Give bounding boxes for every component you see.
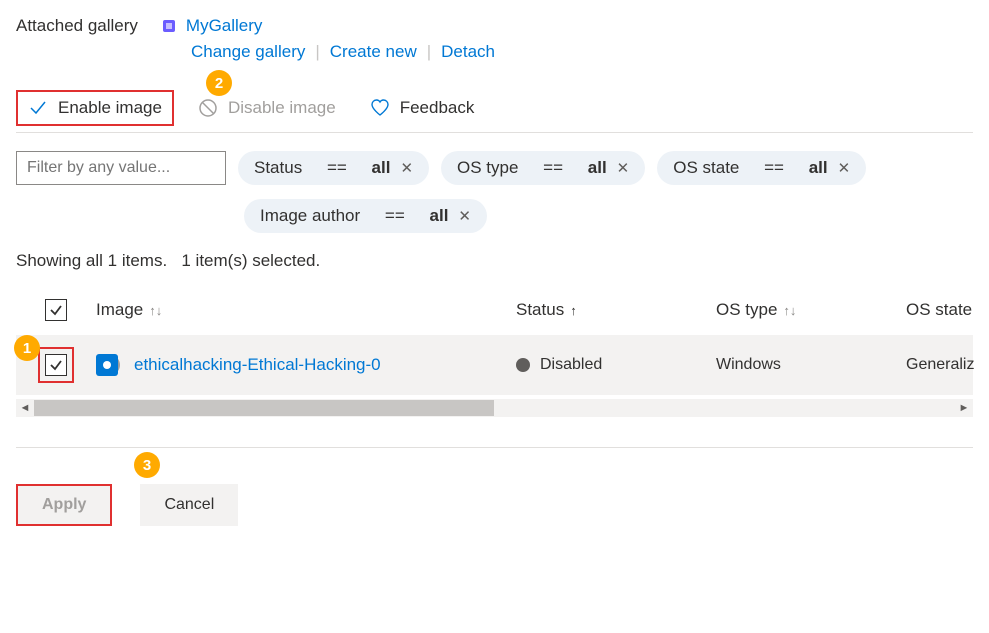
gallery-icon [160,17,178,35]
filter-pill-author[interactable]: Image author == all ✕ [244,199,487,233]
change-gallery-link[interactable]: Change gallery [191,42,305,62]
col-ostype[interactable]: OS type ↑↓ [716,300,906,320]
callout-badge-3: 3 [134,452,160,478]
callout-badge-1: 1 [14,335,40,361]
feedback-label: Feedback [400,98,475,118]
callout-outline-1 [38,347,74,383]
vm-image-icon [96,354,118,376]
close-icon[interactable]: ✕ [617,159,630,177]
footer-actions: Apply Cancel [16,484,973,526]
close-icon[interactable]: ✕ [458,207,471,225]
cancel-button[interactable]: Cancel [140,484,238,526]
filter-pill-status[interactable]: Status == all ✕ [238,151,429,185]
horizontal-scrollbar[interactable]: ◄ ► [16,399,973,417]
gallery-actions: Change gallery | Create new | Detach [191,42,973,62]
separator: | [315,42,319,62]
filter-bar: Status == all ✕ OS type == all ✕ OS stat… [16,151,973,185]
image-cell: ethicalhacking-Ethical-Hacking-0 [96,354,516,376]
table-row[interactable]: ethicalhacking-Ethical-Hacking-0 Disable… [16,335,973,395]
disable-image-button[interactable]: Disable image [188,92,346,124]
row-checkbox[interactable] [45,354,67,376]
close-icon[interactable]: ✕ [838,159,851,177]
scroll-right-icon[interactable]: ► [955,402,973,414]
ban-icon [198,98,218,118]
select-all-checkbox[interactable] [45,299,67,321]
enable-image-label: Enable image [58,98,162,118]
create-new-link[interactable]: Create new [330,42,417,62]
filter-pill-osstate[interactable]: OS state == all ✕ [657,151,866,185]
result-summary: Showing all 1 items. 1 item(s) selected. [16,251,973,271]
status-dot-icon [516,358,530,372]
disable-image-label: Disable image [228,98,336,118]
check-icon [28,98,48,118]
sort-icon: ↑↓ [783,303,796,318]
osstate-cell: Generaliz [906,356,989,374]
images-table: Image ↑↓ Status ↑ OS type ↑↓ OS state 1 [16,291,973,417]
scrollbar-thumb[interactable] [34,400,494,416]
table-header: Image ↑↓ Status ↑ OS type ↑↓ OS state 1 [16,291,973,335]
gallery-name[interactable]: MyGallery [186,16,263,36]
gallery-header: Attached gallery MyGallery [16,16,973,36]
enable-image-button[interactable]: Enable image [16,90,174,126]
gallery-link[interactable]: MyGallery [160,16,263,36]
callout-badge-2: 2 [206,70,232,96]
filter-pill-ostype[interactable]: OS type == all ✕ [441,151,645,185]
filter-input[interactable] [16,151,226,185]
pill-field: Status [254,158,302,178]
feedback-button[interactable]: Feedback [360,92,485,124]
separator: | [427,42,431,62]
apply-button[interactable]: Apply [16,484,112,526]
image-name-link[interactable]: ethicalhacking-Ethical-Hacking-0 [134,355,381,375]
detach-link[interactable]: Detach [441,42,495,62]
heart-icon [370,98,390,118]
col-osstate[interactable]: OS state [906,300,989,320]
command-bar: Enable image Disable image Feedback [16,84,973,133]
col-status[interactable]: Status ↑ [516,300,716,320]
col-image[interactable]: Image ↑↓ [96,300,516,320]
status-cell: Disabled [516,356,716,374]
ostype-cell: Windows [716,356,906,374]
attached-gallery-label: Attached gallery [16,16,138,36]
sort-asc-icon: ↑ [570,303,577,318]
close-icon[interactable]: ✕ [400,159,413,177]
sort-icon: ↑↓ [149,303,162,318]
scroll-left-icon[interactable]: ◄ [16,402,34,414]
